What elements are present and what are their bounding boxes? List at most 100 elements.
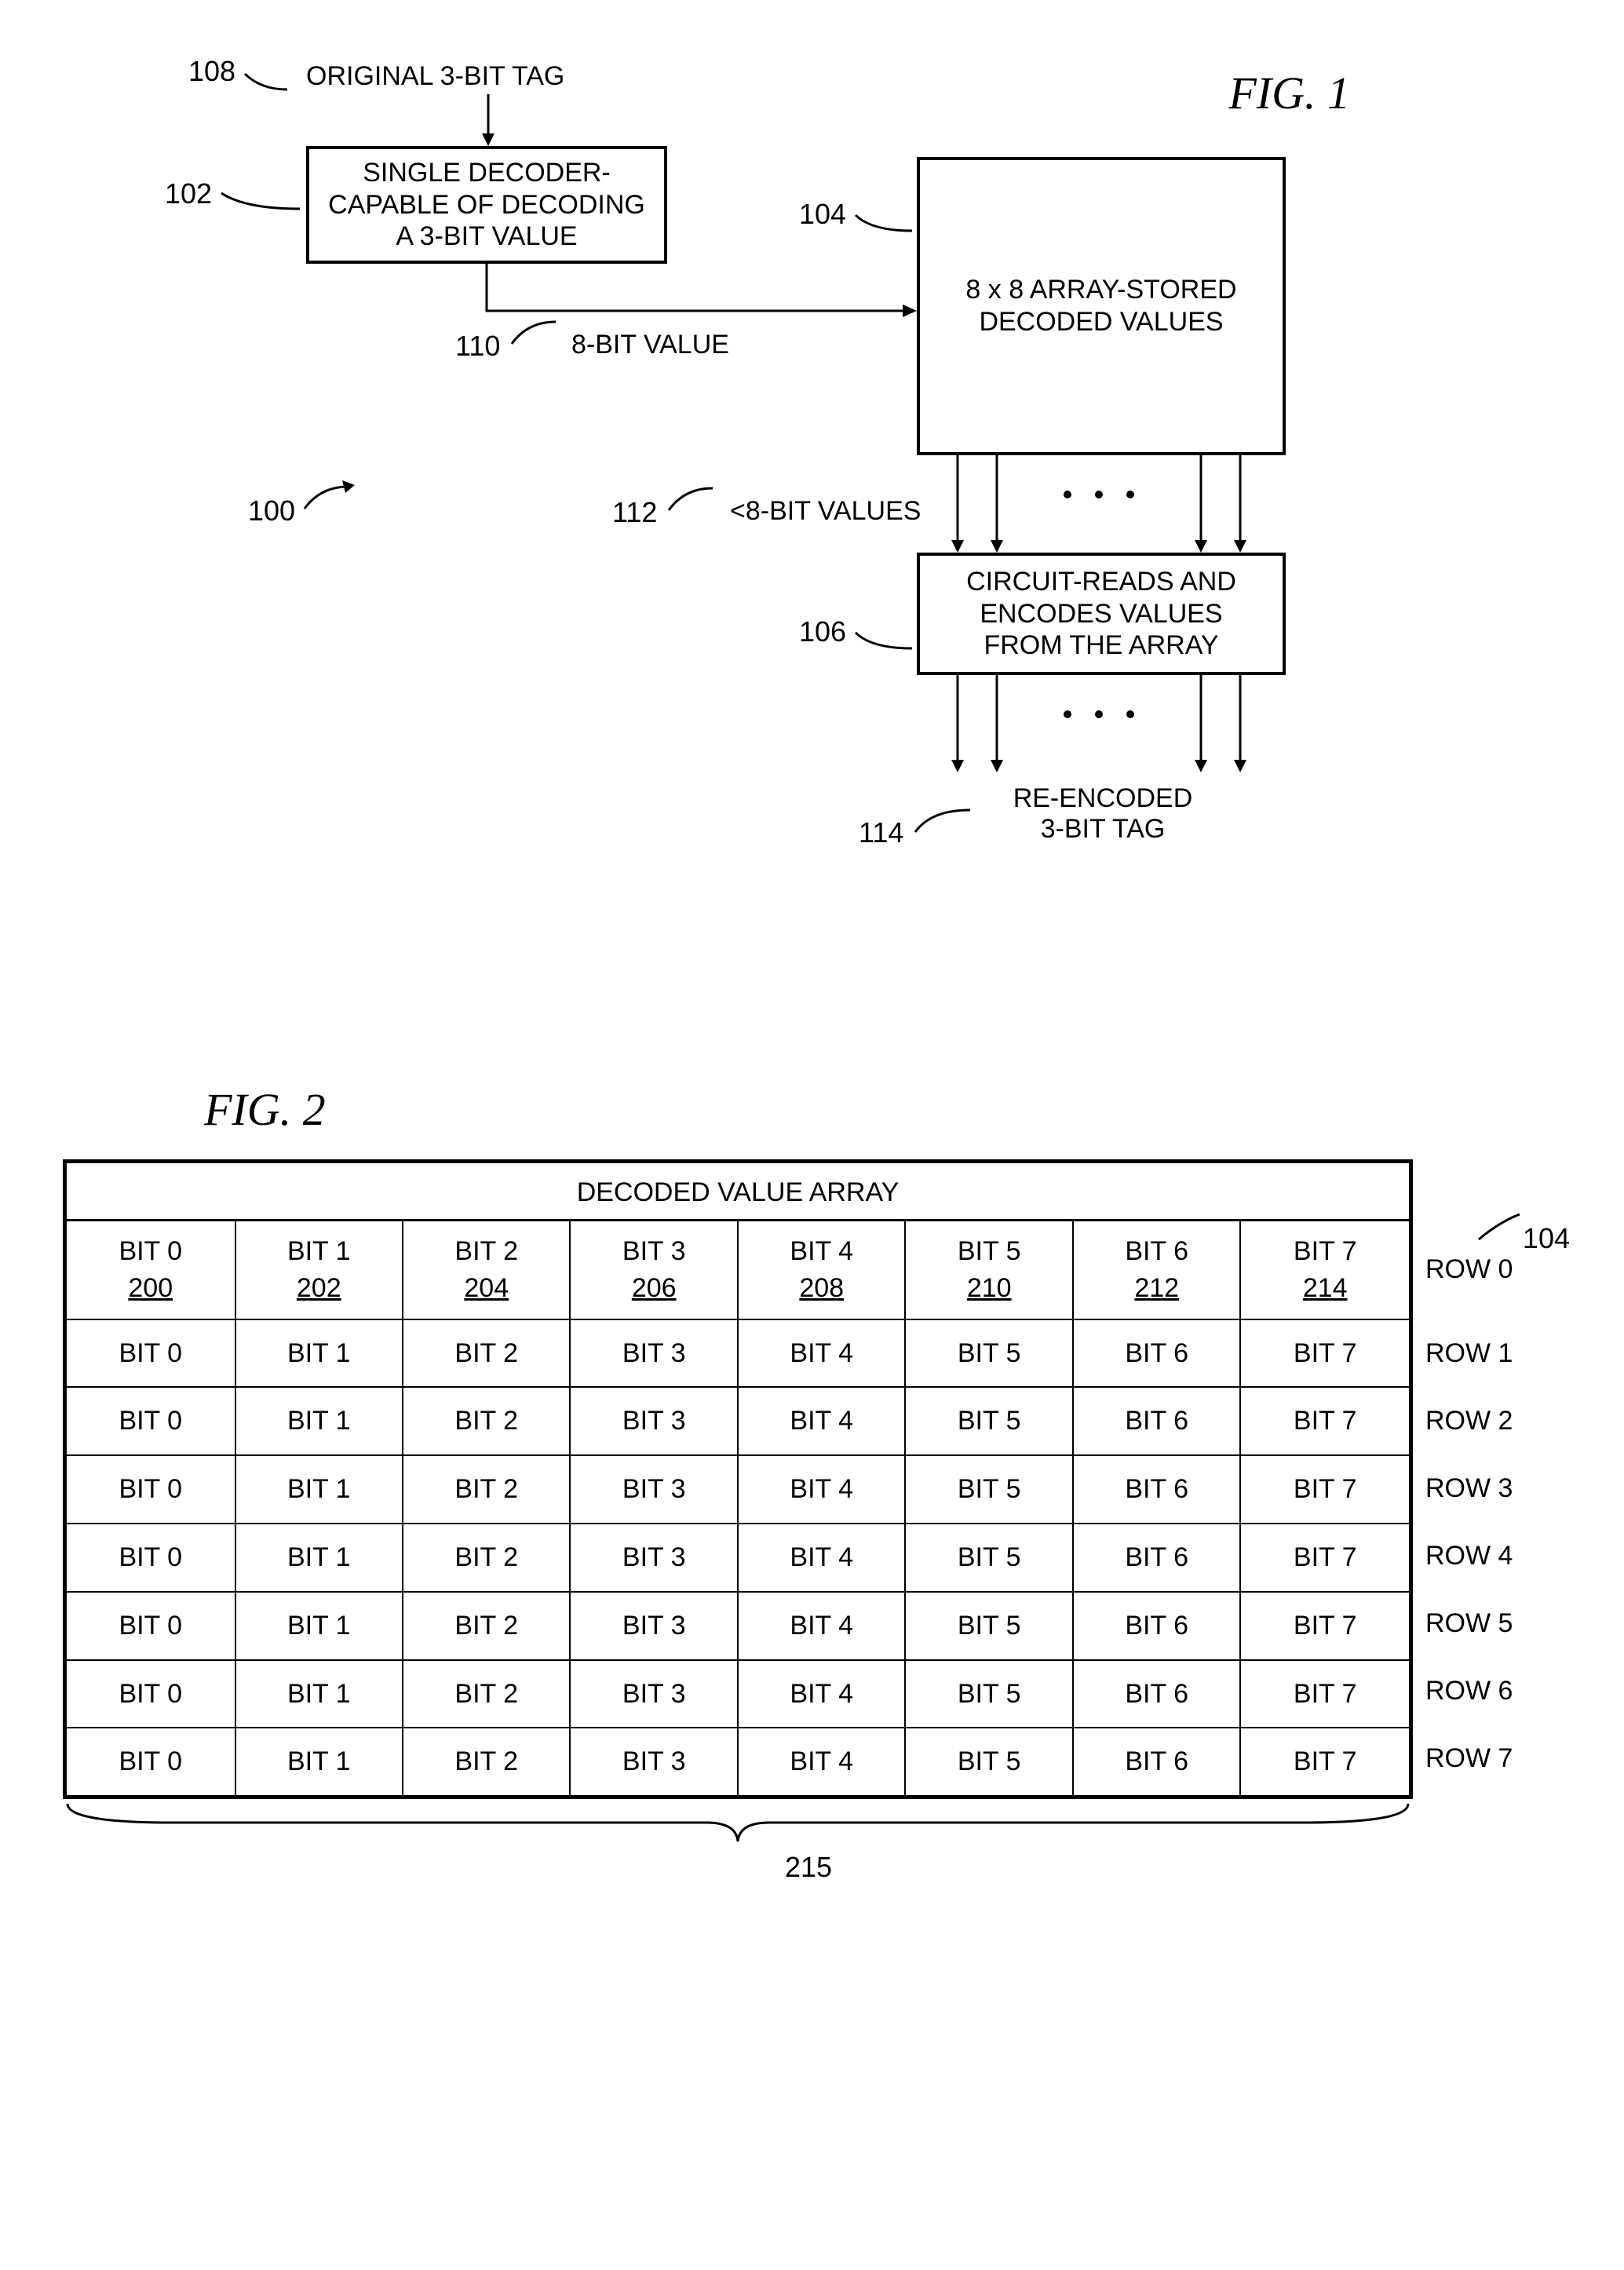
fig1-title: FIG. 1 <box>1228 67 1350 119</box>
table-cell: BIT 2 <box>403 1592 570 1660</box>
cell-bit-label: BIT 3 <box>574 1405 733 1437</box>
table-cell: BIT 5 <box>905 1319 1072 1388</box>
table-cell: BIT 1 <box>235 1524 403 1592</box>
table-cell: BIT 3 <box>570 1387 737 1455</box>
cell-ref-label: 202 <box>239 1272 399 1305</box>
ref-106: 106 <box>799 615 846 648</box>
table-cell: BIT 0 <box>65 1660 235 1728</box>
cell-bit-label: BIT 0 <box>70 1678 232 1710</box>
leader-104 <box>856 204 918 235</box>
table-cell: BIT 4 <box>738 1455 905 1524</box>
cell-bit-label: BIT 1 <box>239 1746 399 1778</box>
table-cell: BIT 2 <box>403 1524 570 1592</box>
table-cell: BIT 6 <box>1073 1728 1240 1797</box>
leader-112 <box>669 484 724 515</box>
cell-bit-label: BIT 5 <box>909 1473 1068 1505</box>
cell-bit-label: BIT 4 <box>742 1746 901 1778</box>
table-cell: BIT 7 <box>1240 1660 1411 1728</box>
cell-bit-label: BIT 6 <box>1077 1746 1236 1778</box>
table-cell: BIT 7 <box>1240 1592 1411 1660</box>
cell-bit-label: BIT 1 <box>239 1542 399 1574</box>
table-cell: BIT 2 <box>403 1660 570 1728</box>
cell-bit-label: BIT 2 <box>407 1405 566 1437</box>
cell-bit-label: BIT 7 <box>1244 1235 1406 1268</box>
cell-bit-label: BIT 3 <box>574 1473 733 1505</box>
row-label: ROW 3 <box>1425 1454 1513 1522</box>
cell-bit-label: BIT 7 <box>1244 1405 1406 1437</box>
table-cell: BIT 0 <box>65 1592 235 1660</box>
cell-bit-label: BIT 6 <box>1077 1610 1236 1642</box>
leader-114 <box>915 805 978 837</box>
table-cell: BIT 0 <box>65 1455 235 1524</box>
label-reencoded: RE-ENCODED 3-BIT TAG <box>977 783 1228 845</box>
table-cell: BIT 3 <box>570 1660 737 1728</box>
cell-ref-label: 200 <box>70 1272 232 1305</box>
cell-ref-label: 206 <box>574 1272 733 1305</box>
array-line1: 8 x 8 ARRAY-STORED <box>965 274 1236 306</box>
cell-bit-label: BIT 4 <box>742 1542 901 1574</box>
table-cell: BIT 3 206 <box>570 1221 737 1319</box>
leader-102 <box>221 182 308 213</box>
row-label: ROW 2 <box>1425 1387 1513 1454</box>
cell-bit-label: BIT 3 <box>574 1610 733 1642</box>
table-cell: BIT 6 <box>1073 1592 1240 1660</box>
cell-bit-label: BIT 4 <box>742 1678 901 1710</box>
cell-bit-label: BIT 4 <box>742 1473 901 1505</box>
table-row: BIT 0BIT 1BIT 2BIT 3BIT 4BIT 5BIT 6BIT 7 <box>65 1455 1411 1524</box>
table-cell: BIT 5 <box>905 1728 1072 1797</box>
table-cell: BIT 6 <box>1073 1387 1240 1455</box>
figure-2: FIG. 2 104 DECODED VALUE ARRAY BIT 0200B… <box>63 1083 1554 1893</box>
cell-bit-label: BIT 0 <box>70 1610 232 1642</box>
table-cell: BIT 5 <box>905 1387 1072 1455</box>
cell-bit-label: BIT 0 <box>70 1338 232 1370</box>
cell-bit-label: BIT 7 <box>1244 1678 1406 1710</box>
cell-bit-label: BIT 5 <box>909 1405 1068 1437</box>
cell-bit-label: BIT 1 <box>239 1405 399 1437</box>
table-cell: BIT 0200 <box>65 1221 235 1319</box>
cell-bit-label: BIT 2 <box>407 1473 566 1505</box>
box-decoder: SINGLE DECODER- CAPABLE OF DECODING A 3-… <box>306 146 667 264</box>
cell-bit-label: BIT 2 <box>407 1338 566 1370</box>
cell-bit-label: BIT 6 <box>1077 1678 1236 1710</box>
row-label: ROW 4 <box>1425 1522 1513 1589</box>
cell-bit-label: BIT 0 <box>70 1405 232 1437</box>
cell-bit-label: BIT 0 <box>70 1542 232 1574</box>
table-cell: BIT 1 <box>235 1387 403 1455</box>
table-cell: BIT 2 <box>403 1387 570 1455</box>
table-cell: BIT 5210 <box>905 1221 1072 1319</box>
table-cell: BIT 0 <box>65 1728 235 1797</box>
table-cell: BIT 4 <box>738 1660 905 1728</box>
table-cell: BIT 6 <box>1073 1660 1240 1728</box>
cell-bit-label: BIT 0 <box>70 1473 232 1505</box>
cell-bit-label: BIT 4 <box>742 1610 901 1642</box>
table-cell: BIT 2 <box>403 1455 570 1524</box>
table-cell: BIT 0 <box>65 1524 235 1592</box>
table-cell: BIT 1 <box>235 1319 403 1388</box>
table-cell: BIT 0 <box>65 1387 235 1455</box>
leader-100 <box>305 482 359 513</box>
row-labels: ROW 0ROW 1ROW 2ROW 3ROW 4ROW 5ROW 6ROW 7 <box>1425 1159 1513 1792</box>
table-cell: BIT 3 <box>570 1524 737 1592</box>
circuit-line2: ENCODES VALUES <box>980 598 1222 630</box>
cell-bit-label: BIT 6 <box>1077 1542 1236 1574</box>
label-8-bit: 8-BIT VALUE <box>571 330 729 360</box>
cell-bit-label: BIT 6 <box>1077 1338 1236 1370</box>
table-cell: BIT 1 <box>235 1455 403 1524</box>
decoder-line1: SINGLE DECODER- <box>363 157 611 189</box>
leader-106 <box>856 622 918 653</box>
cell-bit-label: BIT 1 <box>239 1235 399 1268</box>
table-cell: BIT 3 <box>570 1319 737 1388</box>
cell-bit-label: BIT 3 <box>574 1746 733 1778</box>
cell-bit-label: BIT 3 <box>574 1235 733 1268</box>
ref-104: 104 <box>799 198 846 231</box>
cell-bit-label: BIT 3 <box>574 1338 733 1370</box>
cell-ref-label: 204 <box>407 1272 566 1305</box>
box-array: 8 x 8 ARRAY-STORED DECODED VALUES <box>917 157 1286 455</box>
cell-bit-label: BIT 3 <box>574 1542 733 1574</box>
figure-1: FIG. 1 108 ORIGINAL 3-BIT TAG SINGLE DEC… <box>63 47 1554 989</box>
decoded-value-array-table: DECODED VALUE ARRAY BIT 0200BIT 1202BIT … <box>63 1159 1413 1799</box>
cell-ref-label: 210 <box>909 1272 1068 1305</box>
label-lt8bit: <8-BIT VALUES <box>730 496 921 527</box>
arrows-circuit-out <box>926 675 1279 777</box>
ref-100: 100 <box>248 495 295 527</box>
